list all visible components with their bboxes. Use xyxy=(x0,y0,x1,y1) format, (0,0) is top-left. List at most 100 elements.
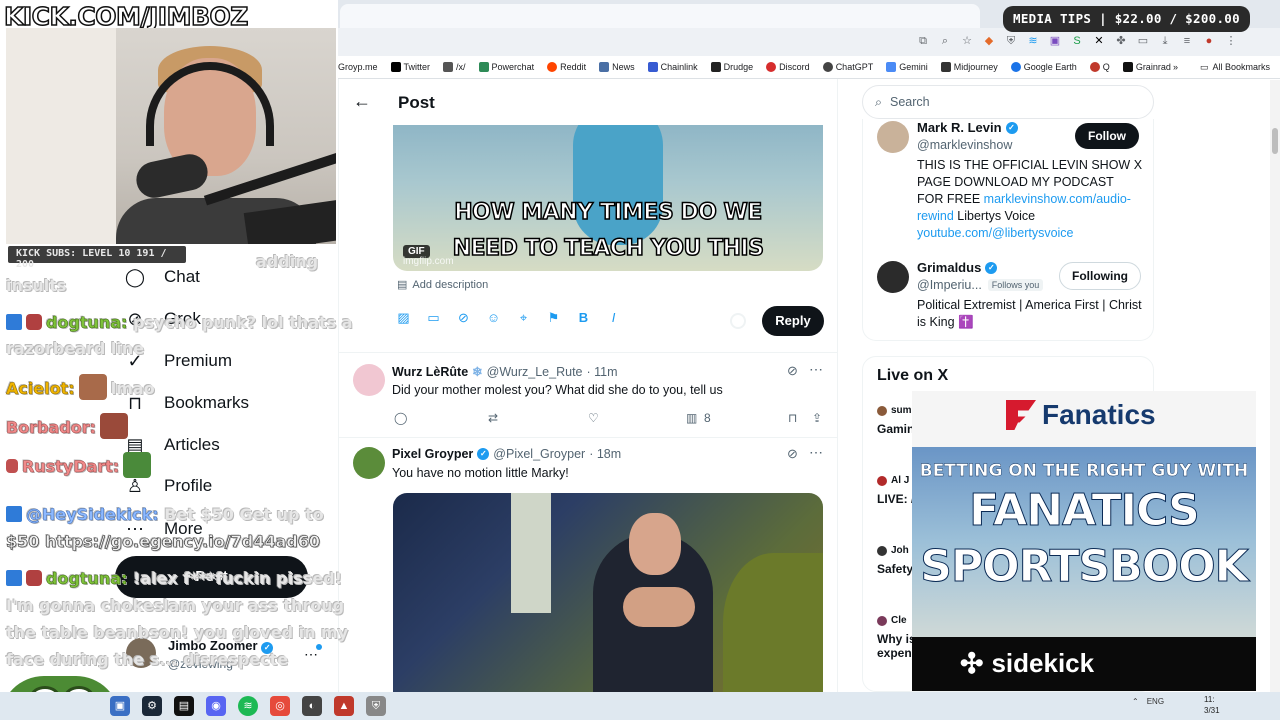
webcam-feed xyxy=(6,28,336,244)
compose-toolbar: ▨ ▭ ⊘ ☺ ⌖ ⚑ B I xyxy=(395,309,622,326)
live-item[interactable]: Cle Why is expen xyxy=(877,615,916,660)
bookmark-icon[interactable]: ⊓ xyxy=(788,411,797,425)
bio-link[interactable]: youtube.com/@libertysvoice xyxy=(917,226,1074,240)
tweet-author[interactable]: Wurz LèRûte ❄ @Wurz_Le_Rute · 11m xyxy=(392,364,618,380)
chat-line: dogtuna: psycho punk? lol thats a xyxy=(6,309,353,336)
bookmark-item[interactable]: News xyxy=(599,62,635,72)
grok-icon[interactable]: ⊘ xyxy=(455,309,472,326)
ad-tagline: BETTING ON THE RIGHT GUY WITH xyxy=(919,461,1249,481)
emoji-icon[interactable]: ☺ xyxy=(485,309,502,326)
bookmark-item[interactable]: Reddit xyxy=(547,62,586,72)
zoom-icon[interactable]: ⌕ xyxy=(938,34,952,48)
bookmark-item[interactable]: Grainrad xyxy=(1122,62,1171,72)
sub-badge-icon xyxy=(6,506,22,522)
language-indicator[interactable]: ENG xyxy=(1147,697,1164,706)
like-icon[interactable]: ♡ xyxy=(588,411,599,425)
live-item[interactable]: sum Gamin xyxy=(877,405,914,436)
bookmark-item[interactable]: Google Earth xyxy=(1010,62,1077,72)
more-icon[interactable]: ⋯ xyxy=(809,361,823,378)
ad-headline-2: SPORTSBOOK xyxy=(920,541,1249,593)
cast-icon[interactable]: ▭ xyxy=(1136,34,1150,48)
chevron-up-icon[interactable]: ⌃ xyxy=(1132,697,1139,706)
share-icon[interactable]: ⇪ xyxy=(812,411,822,425)
bold-icon[interactable]: B xyxy=(575,309,592,326)
wifi-icon[interactable]: ≋ xyxy=(1026,34,1040,48)
shield-icon[interactable]: ⛨ xyxy=(1004,34,1018,48)
divider xyxy=(339,352,837,353)
bookmarks-bar: Groyp.me Twitter /x/ Powerchat Reddit Ne… xyxy=(338,57,1280,77)
bookmark-item[interactable]: ChatGPT xyxy=(822,62,873,72)
add-description[interactable]: ▤ Add description xyxy=(397,278,488,292)
reply-gif[interactable]: HOW MANY TIMES DO WE NEED TO TEACH YOU T… xyxy=(393,125,823,271)
bookmark-item[interactable]: Gemini xyxy=(886,62,928,72)
user-name[interactable]: Mark R. Levin ✓ xyxy=(917,120,1018,135)
search-input[interactable]: ⌕ Search xyxy=(862,85,1154,119)
avatar[interactable] xyxy=(353,364,385,396)
grok-icon[interactable]: ⊘ xyxy=(787,446,798,462)
download-icon[interactable]: ⤓ xyxy=(1158,34,1172,48)
star-icon[interactable]: ☆ xyxy=(960,34,974,48)
bookmark-item[interactable]: Powerchat xyxy=(478,62,534,72)
tweet-video[interactable] xyxy=(393,493,823,692)
bookmark-item[interactable]: Twitter xyxy=(390,62,430,72)
reply-icon[interactable]: ◯ xyxy=(394,411,407,425)
bookmark-item[interactable]: Drudge xyxy=(710,62,753,72)
avatar[interactable] xyxy=(353,447,385,479)
follow-button[interactable]: Follow xyxy=(1075,123,1139,149)
snowflake-icon: ❄ xyxy=(472,365,483,379)
bookmark-item[interactable]: Q xyxy=(1089,62,1110,72)
nav-item-chat[interactable]: ◯ Chat xyxy=(124,266,200,288)
scrollbar-thumb[interactable] xyxy=(1272,128,1278,154)
views-icon[interactable]: ▥ xyxy=(686,411,697,425)
back-arrow-icon[interactable]: ← xyxy=(353,91,371,112)
profile-avatar-icon[interactable]: ● xyxy=(1202,34,1216,48)
emote-icon xyxy=(100,413,129,439)
scrollbar[interactable] xyxy=(1270,80,1280,692)
menu-icon[interactable]: ⋮ xyxy=(1224,34,1238,48)
spotify-icon[interactable]: ≋ xyxy=(238,696,258,716)
following-button[interactable]: Following xyxy=(1059,262,1141,290)
location-icon[interactable]: ⌖ xyxy=(515,309,532,326)
x-logo-icon[interactable]: ✕ xyxy=(1092,34,1106,48)
reading-list-icon[interactable]: ≡ xyxy=(1180,34,1194,48)
discord-icon[interactable]: ◉ xyxy=(206,696,226,716)
user-bio: Political Extremist | America First | Ch… xyxy=(917,298,1142,329)
taskbar-clock[interactable]: 11: 3/31 xyxy=(1204,694,1220,716)
active-tab[interactable] xyxy=(340,4,980,28)
tweet[interactable]: Wurz LèRûte ❄ @Wurz_Le_Rute · 11m Did yo… xyxy=(339,356,837,436)
puzzle-icon[interactable]: ✤ xyxy=(1114,34,1128,48)
steam-icon[interactable]: ⚙ xyxy=(142,696,162,716)
user-name[interactable]: Grimaldus ✓ xyxy=(917,260,998,275)
italic-icon[interactable]: I xyxy=(605,309,622,326)
extension-icon[interactable]: ◆ xyxy=(982,34,996,48)
bookmark-item[interactable]: Chainlink xyxy=(647,62,698,72)
live-item[interactable]: Joh Safety xyxy=(877,545,913,576)
live-item[interactable]: Al J LIVE: / xyxy=(877,475,914,506)
extension-icon[interactable]: S xyxy=(1070,34,1084,48)
avatar[interactable] xyxy=(877,121,909,153)
terminal-icon[interactable]: ▤ xyxy=(174,696,194,716)
avatar[interactable] xyxy=(877,261,909,293)
grok-icon[interactable]: ⊘ xyxy=(787,363,798,379)
all-bookmarks[interactable]: » ▭ All Bookmarks xyxy=(1173,57,1270,77)
shield-icon[interactable]: ⛨ xyxy=(366,696,386,716)
bookmark-item[interactable]: Groyp.me xyxy=(338,62,378,72)
gif-icon[interactable]: ▭ xyxy=(425,309,442,326)
more-icon[interactable]: ⋯ xyxy=(809,444,823,461)
bookmark-item[interactable]: Midjourney xyxy=(940,62,998,72)
bookmark-item[interactable]: /x/ xyxy=(443,62,466,72)
extension-icon[interactable]: ▣ xyxy=(1048,34,1062,48)
media-tips-banner: MEDIA TIPS | $22.00 / $200.00 xyxy=(1003,6,1250,32)
bookmark-item[interactable]: Discord xyxy=(766,62,810,72)
tweet-author[interactable]: Pixel Groyper ✓ @Pixel_Groyper · 18m xyxy=(392,447,621,461)
chrome-icon[interactable]: ◐ xyxy=(302,696,322,716)
file-explorer-icon[interactable]: ▣ xyxy=(110,696,130,716)
flag-icon[interactable]: ⚑ xyxy=(545,309,562,326)
media-icon[interactable]: ▨ xyxy=(395,309,412,326)
obs-icon[interactable]: ◎ xyxy=(270,696,290,716)
install-icon[interactable]: ⧉ xyxy=(916,34,930,48)
reply-button[interactable]: Reply xyxy=(762,306,824,336)
retweet-icon[interactable]: ⇄ xyxy=(488,411,498,425)
app-icon[interactable]: ▲ xyxy=(334,696,354,716)
chat-line: I'm gonna chokeslam your ass throug xyxy=(6,596,345,615)
